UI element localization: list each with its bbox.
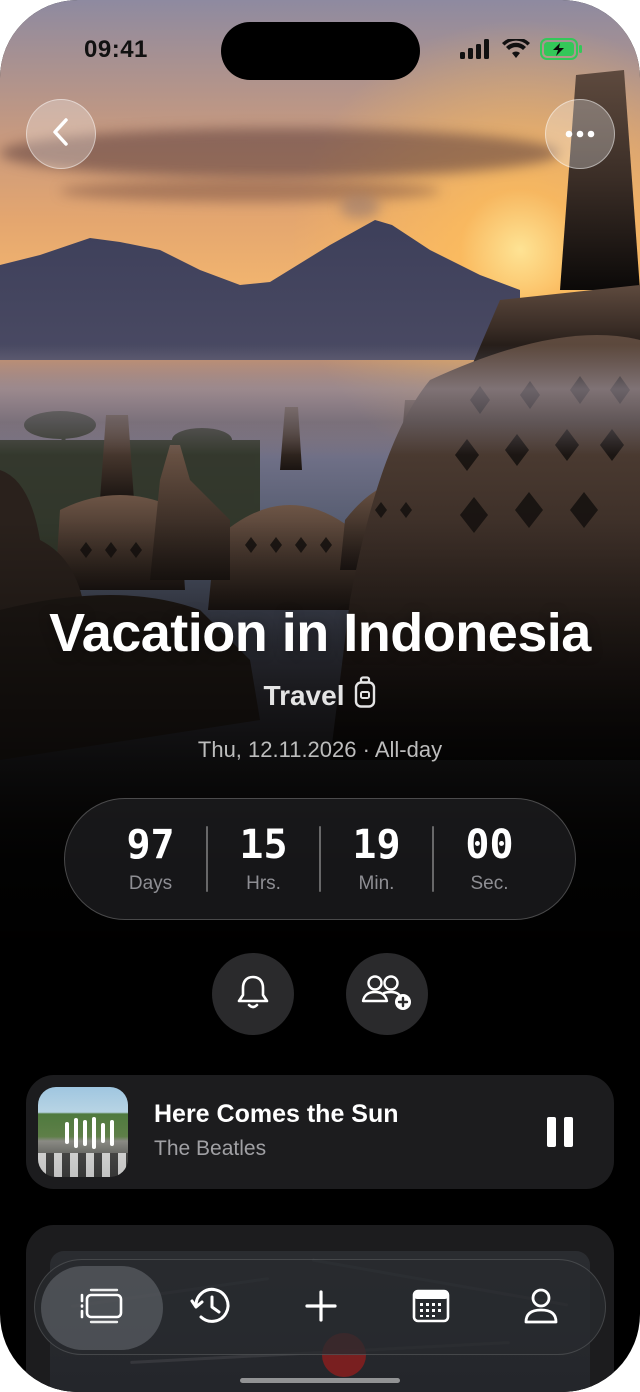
category-label: Travel	[263, 679, 345, 711]
status-time: 09:41	[84, 36, 148, 63]
reminder-button[interactable]	[212, 953, 294, 1035]
audio-waveform-icon	[65, 1117, 114, 1149]
countdown-hours: 15 Hrs.	[239, 822, 288, 894]
phone-screen: 09:41 Vacation in Indonesia Travel Thu, …	[0, 0, 640, 1392]
chevron-left-icon	[50, 117, 72, 152]
bell-icon	[235, 973, 271, 1016]
cellular-signal-icon	[460, 39, 492, 64]
tab-bar	[34, 1259, 606, 1355]
profile-icon	[523, 1287, 559, 1330]
more-options-button[interactable]	[545, 99, 615, 169]
plus-icon	[304, 1289, 338, 1328]
countdown-seconds: 00 Sec.	[465, 822, 514, 894]
calendar-icon	[412, 1288, 450, 1329]
event-date: Thu, 12.11.2026 · All-day	[197, 737, 443, 762]
dynamic-island	[221, 22, 420, 80]
event-title: Vacation in Indonesia	[49, 603, 591, 663]
countdown-minutes: 19 Min.	[352, 822, 401, 894]
wifi-icon	[502, 37, 530, 64]
countdown-days: 97 Days	[126, 822, 175, 894]
tab-events[interactable]	[41, 1266, 163, 1350]
back-button[interactable]	[26, 99, 96, 169]
tab-add[interactable]	[261, 1260, 381, 1356]
song-title: Here Comes the Sun	[154, 1100, 399, 1128]
add-people-icon	[361, 973, 413, 1016]
now-playing-card[interactable]: Here Comes the Sun The Beatles	[26, 1075, 614, 1189]
pause-icon[interactable]	[547, 1117, 573, 1149]
home-indicator[interactable]	[240, 1378, 400, 1383]
song-artist: The Beatles	[154, 1137, 267, 1160]
tab-calendar[interactable]	[371, 1260, 491, 1356]
history-icon	[190, 1286, 232, 1331]
tab-history[interactable]	[151, 1260, 271, 1356]
event-category: Travel	[0, 676, 640, 715]
ellipsis-icon	[565, 125, 595, 143]
battery-charging-icon	[540, 38, 582, 65]
status-bar: 09:41	[0, 0, 640, 100]
events-list-icon	[79, 1287, 125, 1330]
countdown-timer: 97 Days 15 Hrs. 19 Min. 00 Sec.	[64, 798, 576, 920]
invite-people-button[interactable]	[346, 953, 428, 1035]
album-artwork	[38, 1087, 128, 1177]
tab-profile[interactable]	[481, 1260, 601, 1356]
luggage-icon	[354, 676, 376, 715]
